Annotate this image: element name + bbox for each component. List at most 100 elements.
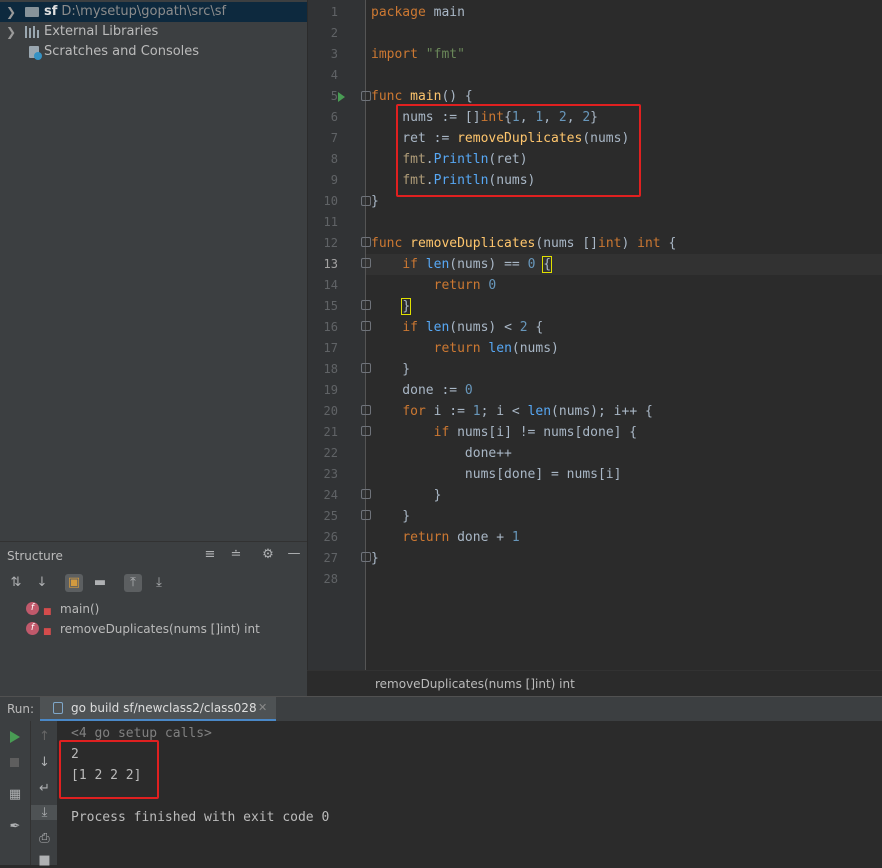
line-number: 27 bbox=[323, 551, 338, 565]
code-line[interactable]: } bbox=[371, 506, 410, 527]
code-line[interactable]: return done + 1 bbox=[371, 527, 519, 548]
line-number: 17 bbox=[323, 341, 338, 355]
code-line[interactable]: func removeDuplicates(nums []int) int { bbox=[371, 233, 676, 254]
root-name: sf bbox=[44, 4, 58, 19]
function-icon: f bbox=[26, 622, 39, 635]
line-number: 11 bbox=[323, 215, 338, 229]
chevron-right-icon[interactable]: ❯ bbox=[6, 22, 16, 42]
folder-icon[interactable]: ▬ bbox=[91, 574, 109, 592]
run-gutter-icon[interactable] bbox=[338, 92, 345, 102]
tree-item-root[interactable]: ❯ sf D:\mysetup\gopath\src\sf bbox=[0, 2, 307, 22]
function-icon: f bbox=[26, 602, 39, 615]
code-line[interactable]: } bbox=[371, 485, 442, 506]
project-panel: ❯ sf D:\mysetup\gopath\src\sf ❯ External … bbox=[0, 0, 307, 541]
soft-wrap-icon[interactable]: ↵ bbox=[31, 781, 58, 796]
line-number: 1 bbox=[330, 5, 338, 19]
structure-item-label: removeDuplicates(nums []int) int bbox=[60, 622, 260, 636]
line-number: 12 bbox=[323, 236, 338, 250]
code-line[interactable]: nums[done] = nums[i] bbox=[371, 464, 622, 485]
breadcrumb-label: removeDuplicates(nums []int) int bbox=[375, 677, 575, 691]
code-line[interactable]: } bbox=[371, 359, 410, 380]
line-number: 9 bbox=[330, 173, 338, 187]
line-number: 20 bbox=[323, 404, 338, 418]
code-line[interactable]: return 0 bbox=[371, 275, 497, 296]
run-tab[interactable]: go build sf/newclass2/class028 ✕ bbox=[40, 697, 276, 722]
up-arrow-icon[interactable]: ↑ bbox=[31, 729, 58, 744]
line-number: 5 bbox=[330, 89, 338, 103]
code-line[interactable]: if len(nums) < 2 { bbox=[371, 317, 543, 338]
line-number: 8 bbox=[330, 152, 338, 166]
line-number: 4 bbox=[330, 68, 338, 82]
sort-by-type-icon[interactable]: ⇅ bbox=[7, 574, 25, 592]
code-line[interactable]: done++ bbox=[371, 443, 512, 464]
structure-panel: Structure ≡ ≐ ⚙ — ⇅ ↓ ▣ ▬ ⤒ ⤓ f ■ main()… bbox=[0, 541, 307, 697]
line-number: 16 bbox=[323, 320, 338, 334]
line-number: 3 bbox=[330, 47, 338, 61]
line-number: 18 bbox=[323, 362, 338, 376]
show-non-public-icon[interactable]: ▣ bbox=[65, 574, 83, 592]
scratches-label: Scratches and Consoles bbox=[44, 44, 200, 59]
code-line[interactable]: if len(nums) == 0 { bbox=[371, 254, 553, 275]
structure-item-label: main() bbox=[60, 602, 100, 616]
code-line[interactable]: if nums[i] != nums[done] { bbox=[371, 422, 638, 443]
line-number: 2 bbox=[330, 26, 338, 40]
external-libraries-label: External Libraries bbox=[44, 24, 159, 39]
line-number: 23 bbox=[323, 467, 338, 481]
line-number: 25 bbox=[323, 509, 338, 523]
console-line-exit: Process finished with exit code 0 bbox=[71, 810, 330, 825]
run-tool-window-header: Run: go build sf/newclass2/class028 ✕ bbox=[0, 696, 882, 722]
line-number: 7 bbox=[330, 131, 338, 145]
sort-alpha-icon[interactable]: ↓ bbox=[33, 574, 51, 592]
gear-icon[interactable]: ⚙ bbox=[259, 546, 277, 564]
code-line[interactable]: } bbox=[371, 548, 379, 569]
layout-icon[interactable]: ▦ bbox=[0, 787, 30, 802]
down-arrow-icon[interactable]: ↓ bbox=[31, 755, 58, 770]
expand-all-icon[interactable]: ≡ bbox=[201, 546, 219, 564]
chevron-right-icon[interactable]: ❯ bbox=[6, 2, 16, 22]
close-icon[interactable]: ✕ bbox=[258, 701, 267, 714]
collapse-all-icon[interactable]: ≐ bbox=[227, 546, 245, 564]
autoscroll-from-source-icon[interactable]: ⤓ bbox=[150, 574, 168, 592]
code-line[interactable]: for i := 1; i < len(nums); i++ { bbox=[371, 401, 652, 422]
scroll-to-end-icon[interactable]: ⤓ bbox=[31, 805, 58, 820]
line-number: 19 bbox=[323, 383, 338, 397]
rerun-icon[interactable] bbox=[10, 731, 20, 743]
console-toolbar: ↑ ↓ ↵ ⤓ ⎙ ■ bbox=[30, 721, 58, 868]
line-number: 6 bbox=[330, 110, 338, 124]
code-editor[interactable]: package main import "fmt" func main() { nu… bbox=[366, 0, 882, 670]
run-label: Run: bbox=[7, 702, 35, 716]
line-number: 22 bbox=[323, 446, 338, 460]
run-tab-title: go build sf/newclass2/class028 bbox=[71, 701, 257, 715]
scratches-icon bbox=[29, 46, 42, 60]
code-line[interactable]: } bbox=[371, 296, 412, 317]
stop-icon[interactable] bbox=[10, 758, 19, 767]
minimize-icon[interactable]: — bbox=[285, 545, 303, 563]
line-number: 28 bbox=[323, 572, 338, 586]
code-line[interactable]: return len(nums) bbox=[371, 338, 559, 359]
structure-title: Structure bbox=[7, 549, 63, 563]
line-number: 21 bbox=[323, 425, 338, 439]
pin-icon[interactable]: ✒ bbox=[0, 819, 30, 834]
line-number: 15 bbox=[323, 299, 338, 313]
trash-icon[interactable]: ■ bbox=[31, 853, 58, 868]
libraries-icon bbox=[25, 26, 39, 38]
line-number: 13 bbox=[323, 257, 338, 271]
code-line[interactable]: package main bbox=[371, 2, 465, 23]
editor-gutter: 1 2 3 4 5 6 7 8 9 10 11 12 13 14 15 16 17 18 19 20 21 22 23 24 2… bbox=[307, 0, 366, 696]
print-icon[interactable]: ⎙ bbox=[31, 831, 58, 846]
run-toolbar: ▦ ✒ bbox=[0, 721, 30, 865]
code-line[interactable]: done := 0 bbox=[371, 380, 472, 401]
highlight-box-output bbox=[59, 740, 159, 799]
code-line[interactable]: import "fmt" bbox=[371, 44, 465, 65]
lock-icon: ■ bbox=[43, 627, 52, 637]
root-path: D:\mysetup\gopath\src\sf bbox=[61, 4, 227, 19]
code-line[interactable]: } bbox=[371, 191, 379, 212]
line-number: 14 bbox=[323, 278, 338, 292]
folder-icon bbox=[25, 7, 39, 17]
autoscroll-to-source-icon[interactable]: ⤒ bbox=[124, 574, 142, 592]
line-number: 24 bbox=[323, 488, 338, 502]
go-file-icon bbox=[53, 702, 63, 714]
editor-breadcrumb[interactable]: removeDuplicates(nums []int) int bbox=[307, 670, 882, 697]
line-number: 26 bbox=[323, 530, 338, 544]
console-output[interactable]: <4 go setup calls> 2 [1 2 2 2] Process f… bbox=[57, 721, 882, 865]
